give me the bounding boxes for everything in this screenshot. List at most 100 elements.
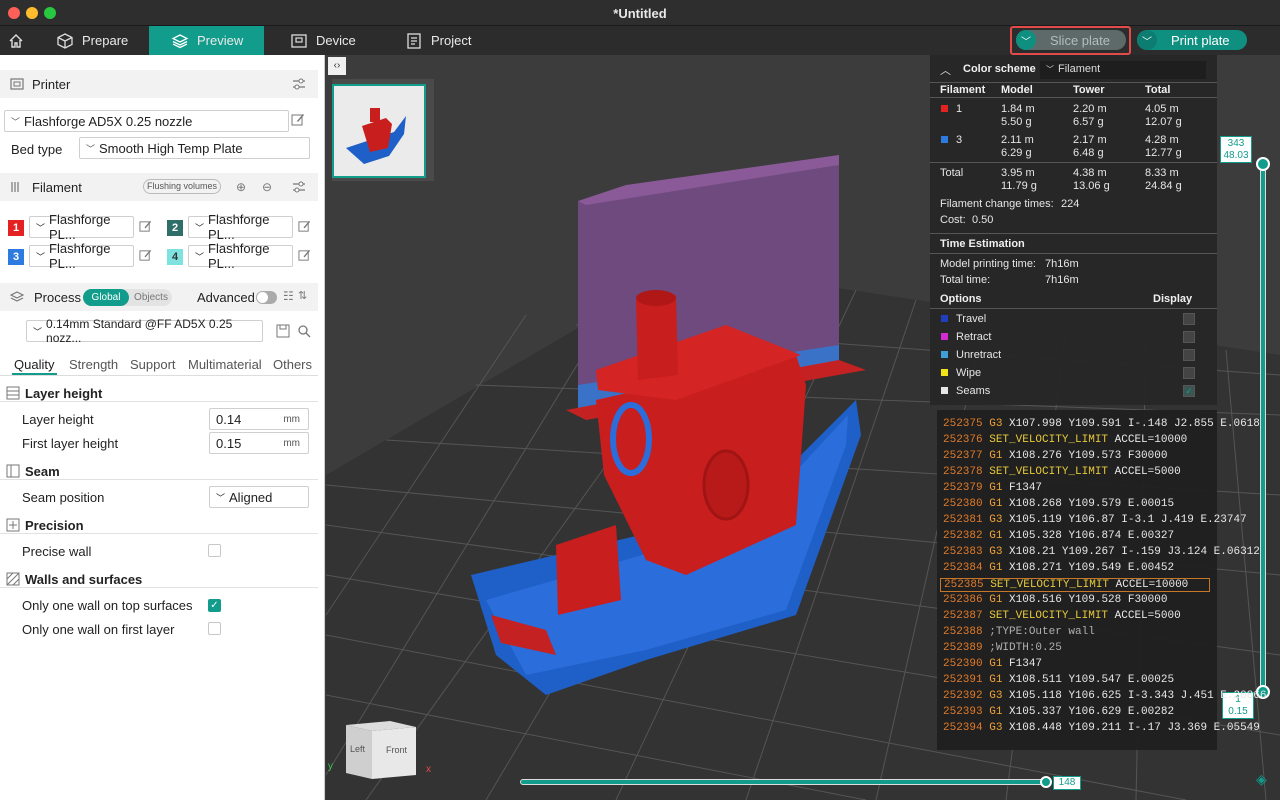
row-3-total-m: 4.28 m <box>1145 134 1179 146</box>
layer-height-input[interactable]: 0.14 mm <box>209 408 309 430</box>
gcode-line[interactable]: 252385 SET_VELOCITY_LIMIT ACCEL=10000 <box>940 578 1210 592</box>
tab-strength[interactable]: Strength <box>69 357 118 372</box>
global-option[interactable]: Global <box>83 289 129 306</box>
row-1-tower-g: 6.57 g <box>1073 116 1104 128</box>
first-layer-height-value: 0.15 <box>216 435 242 451</box>
filament-3-badge[interactable]: 3 <box>8 249 24 265</box>
gcode-command: G3 <box>989 418 1003 430</box>
gcode-line-number: 252386 <box>943 594 983 606</box>
seam-position-select[interactable]: ﹀ Aligned <box>209 486 309 508</box>
toggle-knob <box>257 292 268 303</box>
tab-support[interactable]: Support <box>130 357 176 372</box>
precise-wall-checkbox[interactable] <box>208 544 221 557</box>
filament-3-num: 3 <box>12 251 20 263</box>
home-button[interactable] <box>0 26 32 55</box>
travel-display-checkbox[interactable] <box>1183 313 1195 325</box>
gcode-line[interactable]: 252387 SET_VELOCITY_LIMIT ACCEL=5000 <box>943 610 1181 622</box>
gcode-line[interactable]: 252388 ;TYPE:Outer wall <box>943 626 1095 638</box>
printer-icon <box>10 78 24 90</box>
gcode-command: G3 <box>989 514 1003 526</box>
option-seams: Seams <box>956 385 991 397</box>
gcode-line[interactable]: 252383 G3 X108.21 Y109.267 I-.159 J3.124… <box>943 546 1260 558</box>
gcode-line[interactable]: 252375 G3 X107.998 Y109.591 I-.148 J2.85… <box>943 418 1260 430</box>
remove-filament-icon[interactable]: ⊖ <box>262 180 272 194</box>
gcode-line[interactable]: 252376 SET_VELOCITY_LIMIT ACCEL=10000 <box>943 434 1187 446</box>
edit-icon[interactable] <box>139 249 152 262</box>
settings-sliders-icon[interactable] <box>292 77 306 91</box>
save-icon[interactable] <box>276 324 290 338</box>
gcode-line[interactable]: 252384 G1 X108.271 Y109.549 E.00452 <box>943 562 1174 574</box>
bed-type-select[interactable]: ﹀ Smooth High Temp Plate <box>79 137 310 159</box>
color-scheme-select[interactable]: ﹀ Filament <box>1040 61 1206 79</box>
plate-thumbnail[interactable] <box>332 84 426 178</box>
filament-1-select[interactable]: ﹀ Flashforge PL... <box>29 212 134 242</box>
settings-sliders-icon[interactable] <box>292 180 306 194</box>
print-plate-button[interactable]: ﹀ Print plate <box>1137 30 1247 50</box>
filament-2-badge[interactable]: 2 <box>167 220 183 236</box>
advanced-toggle[interactable] <box>256 291 277 304</box>
gcode-line[interactable]: 252392 G3 X105.118 Y106.625 I-3.343 J.45… <box>943 690 1266 702</box>
gcode-line[interactable]: 252377 G1 X108.276 Y109.573 F30000 <box>943 450 1167 462</box>
filament-3-select[interactable]: ﹀ Flashforge PL... <box>29 241 134 271</box>
tab-prepare[interactable]: Prepare <box>56 26 150 55</box>
flushing-volumes-button[interactable]: Flushing volumes <box>143 179 221 194</box>
retract-display-checkbox[interactable] <box>1183 331 1195 343</box>
tab-multimaterial[interactable]: Multimaterial <box>188 357 262 372</box>
tab-device[interactable]: Device <box>290 26 380 55</box>
add-filament-icon[interactable]: ⊕ <box>236 180 246 194</box>
objects-option[interactable]: Objects <box>131 289 171 306</box>
gcode-line[interactable]: 252390 G1 F1347 <box>943 658 1042 670</box>
edit-icon[interactable] <box>139 220 152 233</box>
gcode-line[interactable]: 252386 G1 X108.516 Y109.528 F30000 <box>943 594 1167 606</box>
gcode-line[interactable]: 252394 G3 X108.448 Y109.211 I-.17 J3.369… <box>943 722 1260 734</box>
gcode-line[interactable]: 252393 G1 X105.337 Y106.629 E.00282 <box>943 706 1174 718</box>
compare-icon[interactable]: ☷ <box>283 289 294 303</box>
gcode-line[interactable]: 252380 G1 X108.268 Y109.579 E.00015 <box>943 498 1174 510</box>
filament-1-badge[interactable]: 1 <box>8 220 24 236</box>
gcode-line[interactable]: 252378 SET_VELOCITY_LIMIT ACCEL=5000 <box>943 466 1181 478</box>
printer-select[interactable]: ﹀ Flashforge AD5X 0.25 nozzle <box>4 110 289 132</box>
unretract-display-checkbox[interactable] <box>1183 349 1195 361</box>
filament-4-select[interactable]: ﹀ Flashforge PL... <box>188 241 293 271</box>
edit-icon[interactable] <box>291 113 305 127</box>
gcode-viewer[interactable]: 252375 G3 X107.998 Y109.591 I-.148 J2.85… <box>937 410 1266 750</box>
row-1-model-m: 1.84 m <box>1001 103 1035 115</box>
chevron-down-icon: ﹀ <box>36 222 46 233</box>
gcode-line[interactable]: 252379 G1 F1347 <box>943 482 1042 494</box>
one-wall-first-checkbox[interactable] <box>208 622 221 635</box>
layer-slider-top-handle[interactable] <box>1256 157 1270 171</box>
gcode-line[interactable]: 252382 G1 X105.328 Y106.874 E.00327 <box>943 530 1174 542</box>
slice-plate-button[interactable]: ﹀ Slice plate <box>1016 30 1126 50</box>
seams-display-checkbox[interactable]: ✓ <box>1183 385 1195 397</box>
filament-2-select[interactable]: ﹀ Flashforge PL... <box>188 212 293 242</box>
gcode-line-number: 252378 <box>943 466 983 478</box>
process-profile-select[interactable]: ﹀ 0.14mm Standard @FF AD5X 0.25 nozz... <box>26 317 263 345</box>
gcode-line[interactable]: 252381 G3 X105.119 Y106.87 I-3.1 J.419 E… <box>943 514 1247 526</box>
tab-quality[interactable]: Quality <box>14 357 54 372</box>
layer-slider-track[interactable] <box>1260 163 1266 693</box>
sort-icon[interactable]: ⇅ <box>298 289 307 302</box>
edit-icon[interactable] <box>298 220 311 233</box>
tab-project[interactable]: Project <box>405 26 495 55</box>
collapse-sidebar-button[interactable]: ‹› <box>328 57 346 75</box>
first-layer-height-input[interactable]: 0.15 mm <box>209 432 309 454</box>
gcode-line[interactable]: 252391 G1 X108.511 Y109.547 E.00025 <box>943 674 1174 686</box>
view-cube[interactable]: Left Front <box>342 715 420 781</box>
filament-4-badge[interactable]: 4 <box>167 249 183 265</box>
move-slider-handle[interactable] <box>1040 776 1052 788</box>
search-icon[interactable] <box>297 324 311 338</box>
move-slider-track[interactable] <box>520 779 1048 785</box>
edit-icon[interactable] <box>298 249 311 262</box>
collapse-legend-icon[interactable]: ︿ <box>940 62 951 78</box>
tab-others[interactable]: Others <box>273 357 312 372</box>
gcode-line[interactable]: 252389 ;WIDTH:0.25 <box>943 642 1062 654</box>
tab-preview[interactable]: Preview <box>149 26 264 55</box>
tab-prepare-label: Prepare <box>82 33 129 48</box>
global-objects-toggle[interactable]: Global Objects <box>83 289 172 306</box>
gcode-command: SET_VELOCITY_LIMIT <box>990 579 1110 591</box>
one-wall-top-checkbox[interactable]: ✓ <box>208 599 221 612</box>
layers-toggle-icon[interactable]: ◈ <box>1256 771 1267 788</box>
gcode-args: X105.337 Y106.629 E.00282 <box>1009 706 1175 718</box>
benchy-chimney <box>636 295 678 380</box>
wipe-display-checkbox[interactable] <box>1183 367 1195 379</box>
